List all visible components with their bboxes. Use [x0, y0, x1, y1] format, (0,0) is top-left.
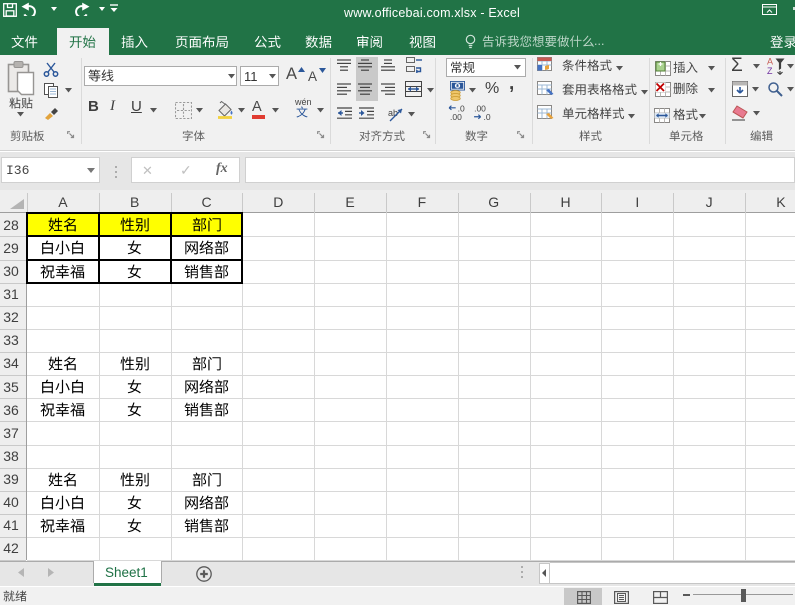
svg-text:.00: .00: [450, 112, 462, 121]
svg-text:A: A: [767, 57, 773, 67]
svg-text:.0: .0: [484, 112, 491, 121]
svg-text:Z: Z: [767, 66, 773, 75]
svg-text:ab: ab: [388, 108, 398, 118]
